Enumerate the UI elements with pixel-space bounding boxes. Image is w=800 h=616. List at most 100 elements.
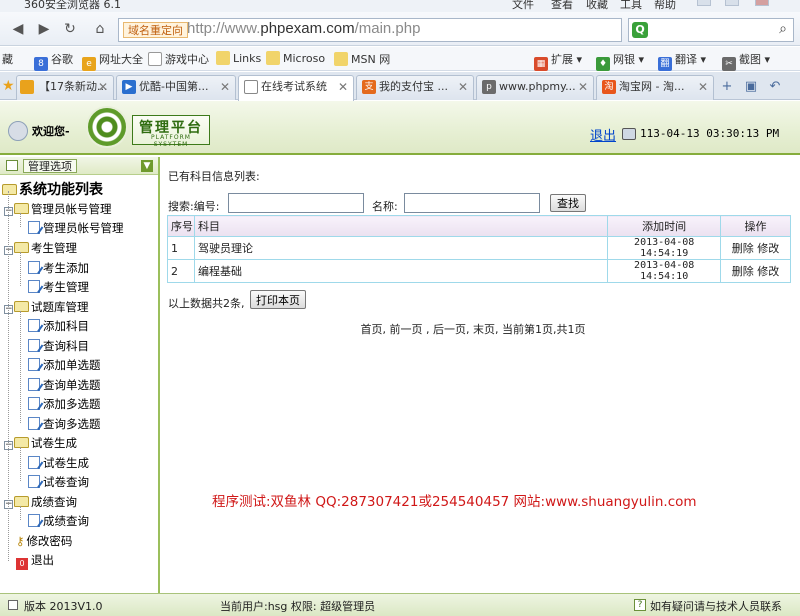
menu-view[interactable]: 查看 xyxy=(551,0,573,12)
sidebar-item-query-scores[interactable]: 成绩查询 xyxy=(28,513,89,529)
sidebar-item-generate-paper[interactable]: 试卷生成 xyxy=(28,455,89,471)
address-bar[interactable]: 域名重定向 http://www.phpexam.com/main.php ⚡ … xyxy=(118,18,727,42)
bookmark-site-directory[interactable]: e 网址大全 xyxy=(82,51,143,71)
table-row: 2 编程基础 2013-04-08 14:54:10 删除 修改 xyxy=(167,259,791,283)
column-header-subject: 科目 xyxy=(193,215,609,237)
sidebar-item-add-examinee[interactable]: 考生添加 xyxy=(28,260,89,276)
bookmark-links[interactable]: Links xyxy=(216,51,261,65)
tab-alipay[interactable]: 支我的支付宝 ... ✕ xyxy=(356,75,474,100)
tab-close-icon[interactable]: ✕ xyxy=(458,76,468,98)
id-search-input[interactable] xyxy=(228,193,364,213)
menu-tools[interactable]: 工具 xyxy=(620,0,642,12)
sidebar-item-query-single-choice[interactable]: 查询单选题 xyxy=(28,377,101,393)
menu-file[interactable]: 文件 xyxy=(512,0,534,12)
sidebar-group-question-bank[interactable]: − 试题库管理 xyxy=(4,299,89,315)
search-box[interactable]: Q ⌕ xyxy=(628,18,794,42)
edit-link[interactable]: 修改 xyxy=(757,265,779,278)
subject-table: 序号 科目 添加时间 操作 1 驾驶员理论 2013-04-08 14:54:1… xyxy=(167,215,791,283)
tab-close-icon[interactable]: ✕ xyxy=(578,76,588,98)
sidebar-group-papers[interactable]: − 试卷生成 xyxy=(4,435,77,451)
sidebar: 管理选项 ▼ 系统功能列表 − 管理员帐号管理 管理员帐号管理 − 考生管理 考生添… xyxy=(0,157,160,593)
edit-document-icon xyxy=(28,319,40,332)
list-title: 已有科目信息列表: xyxy=(168,170,260,183)
tree-root[interactable]: 系统功能列表 xyxy=(2,179,103,199)
tab-list-icon[interactable]: ▣ xyxy=(742,78,760,96)
user-icon xyxy=(8,121,28,141)
row-no: 1 xyxy=(167,236,195,260)
back-icon[interactable]: ◀ xyxy=(6,18,30,40)
sidebar-group-examinees[interactable]: − 考生管理 xyxy=(4,240,77,256)
sidebar-item-add-multi-choice[interactable]: 添加多选题 xyxy=(28,396,101,412)
menu-help[interactable]: 帮助 xyxy=(654,0,676,12)
sidebar-item-query-paper[interactable]: 试卷查询 xyxy=(28,474,89,490)
menu-favorites[interactable]: 收藏 xyxy=(586,0,608,12)
tab-taobao[interactable]: 淘淘宝网 - 淘... ✕ xyxy=(596,75,714,100)
bookmark-microsoft[interactable]: Microso xyxy=(266,51,325,65)
tab-favicon-icon: ▶ xyxy=(122,80,136,94)
folder-open-icon xyxy=(14,301,29,312)
sidebar-group-scores[interactable]: − 成绩查询 xyxy=(4,494,77,510)
sidebar-item-query-subject[interactable]: 查询科目 xyxy=(28,338,89,354)
pagination[interactable]: 首页, 前一页 , 后一页, 末页, 当前第1页,共1页 xyxy=(162,321,784,337)
new-tab-icon[interactable]: + xyxy=(718,78,736,96)
toolbar-extensions[interactable]: ▦ 扩展 ▾ xyxy=(534,51,582,71)
help-text: 如有疑问请与技术人员联系 xyxy=(650,600,782,613)
sidebar-item-manage-examinees[interactable]: 考生管理 xyxy=(28,279,89,295)
logout-link[interactable]: 退出 xyxy=(590,125,616,144)
edit-document-icon xyxy=(28,514,40,527)
sidebar-item-exit[interactable]: 0 退出 xyxy=(16,552,54,570)
redirect-tag[interactable]: 域名重定向 xyxy=(123,22,188,38)
home-icon[interactable]: ⌂ xyxy=(88,18,112,40)
current-user-text: 当前用户:hsg 权限: 超级管理员 xyxy=(220,600,376,613)
search-button[interactable]: 查找 xyxy=(550,194,586,212)
bookmark-favorites[interactable]: 藏 xyxy=(2,51,13,67)
status-bar: 版本 2013V1.0 当前用户:hsg 权限: 超级管理员 ? 如有疑问请与技… xyxy=(0,593,800,616)
tab-phpmyadmin[interactable]: p www.phpmy... ✕ xyxy=(476,75,594,100)
sidebar-item-add-subject[interactable]: 添加科目 xyxy=(28,318,89,334)
tree-connector xyxy=(20,213,21,227)
collapse-arrow-icon[interactable]: ▼ xyxy=(141,160,153,172)
print-button[interactable]: 打印本页 xyxy=(250,290,306,309)
tester-credit: 程序测试:双鱼林 QQ:287307421或254540457 网站:www.s… xyxy=(212,494,697,510)
tab-close-icon[interactable]: ✕ xyxy=(338,76,348,98)
tab-news[interactable]: 【17条新动... ✕ xyxy=(16,75,114,100)
version-text: 版本 2013V1.0 xyxy=(24,600,103,613)
tab-youku[interactable]: ▶ 优酷-中国第... ✕ xyxy=(116,75,236,100)
browser-app-title: 360安全浏览器 6.1 xyxy=(24,0,121,11)
delete-link[interactable]: 删除 xyxy=(732,265,754,278)
toolbar-online-banking[interactable]: ♦ 网银 ▾ xyxy=(596,51,644,71)
url-text[interactable]: http://www.phpexam.com/main.php xyxy=(187,20,420,37)
tab-close-icon[interactable]: ✕ xyxy=(220,76,230,98)
bookmark-game-center[interactable]: 游戏中心 xyxy=(148,51,209,67)
toolbar-translate[interactable]: 翻翻译 ▾ xyxy=(658,51,706,71)
name-search-input[interactable] xyxy=(404,193,540,213)
minimize-button[interactable] xyxy=(697,0,711,6)
delete-link[interactable]: 删除 xyxy=(732,242,754,255)
search-icon[interactable]: ⌕ xyxy=(779,21,787,37)
tab-close-icon[interactable]: ✕ xyxy=(98,76,108,98)
tab-exam-system[interactable]: 在线考试系统 ✕ xyxy=(238,75,354,101)
sidebar-options-bar: 管理选项 ▼ xyxy=(0,157,158,175)
edit-document-icon xyxy=(28,475,40,488)
bookmark-google[interactable]: 8 谷歌 xyxy=(34,51,73,71)
sidebar-item-add-single-choice[interactable]: 添加单选题 xyxy=(28,357,101,373)
bookmark-msn[interactable]: MSN 网 xyxy=(334,51,390,67)
edit-link[interactable]: 修改 xyxy=(757,242,779,255)
sidebar-item-admin-accounts[interactable]: 管理员帐号管理 xyxy=(28,220,124,236)
row-time: 2013-04-08 14:54:10 xyxy=(607,259,722,283)
star-icon[interactable]: ★ xyxy=(2,78,15,94)
options-label[interactable]: 管理选项 xyxy=(23,159,77,173)
tab-favicon-icon: 支 xyxy=(362,80,376,94)
forward-icon[interactable]: ▶ xyxy=(32,18,56,40)
sidebar-item-query-multi-choice[interactable]: 查询多选题 xyxy=(28,416,101,432)
toolbar-screenshot[interactable]: ✂ 截图 ▾ xyxy=(722,51,770,71)
sidebar-item-change-password[interactable]: ⚷ 修改密码 xyxy=(16,533,72,549)
close-window-button[interactable] xyxy=(755,0,769,6)
main-content: 已有科目信息列表: 搜索:编号: 名称: 查找 序号 科目 添加时间 操作 1 … xyxy=(162,157,800,593)
undo-close-icon[interactable]: ↶ xyxy=(766,78,784,96)
maximize-button[interactable] xyxy=(725,0,739,6)
row-actions: 删除 修改 xyxy=(720,259,791,283)
refresh-icon[interactable]: ↻ xyxy=(58,18,82,40)
tab-close-icon[interactable]: ✕ xyxy=(698,76,708,98)
search-engine-icon[interactable]: Q xyxy=(632,22,648,38)
